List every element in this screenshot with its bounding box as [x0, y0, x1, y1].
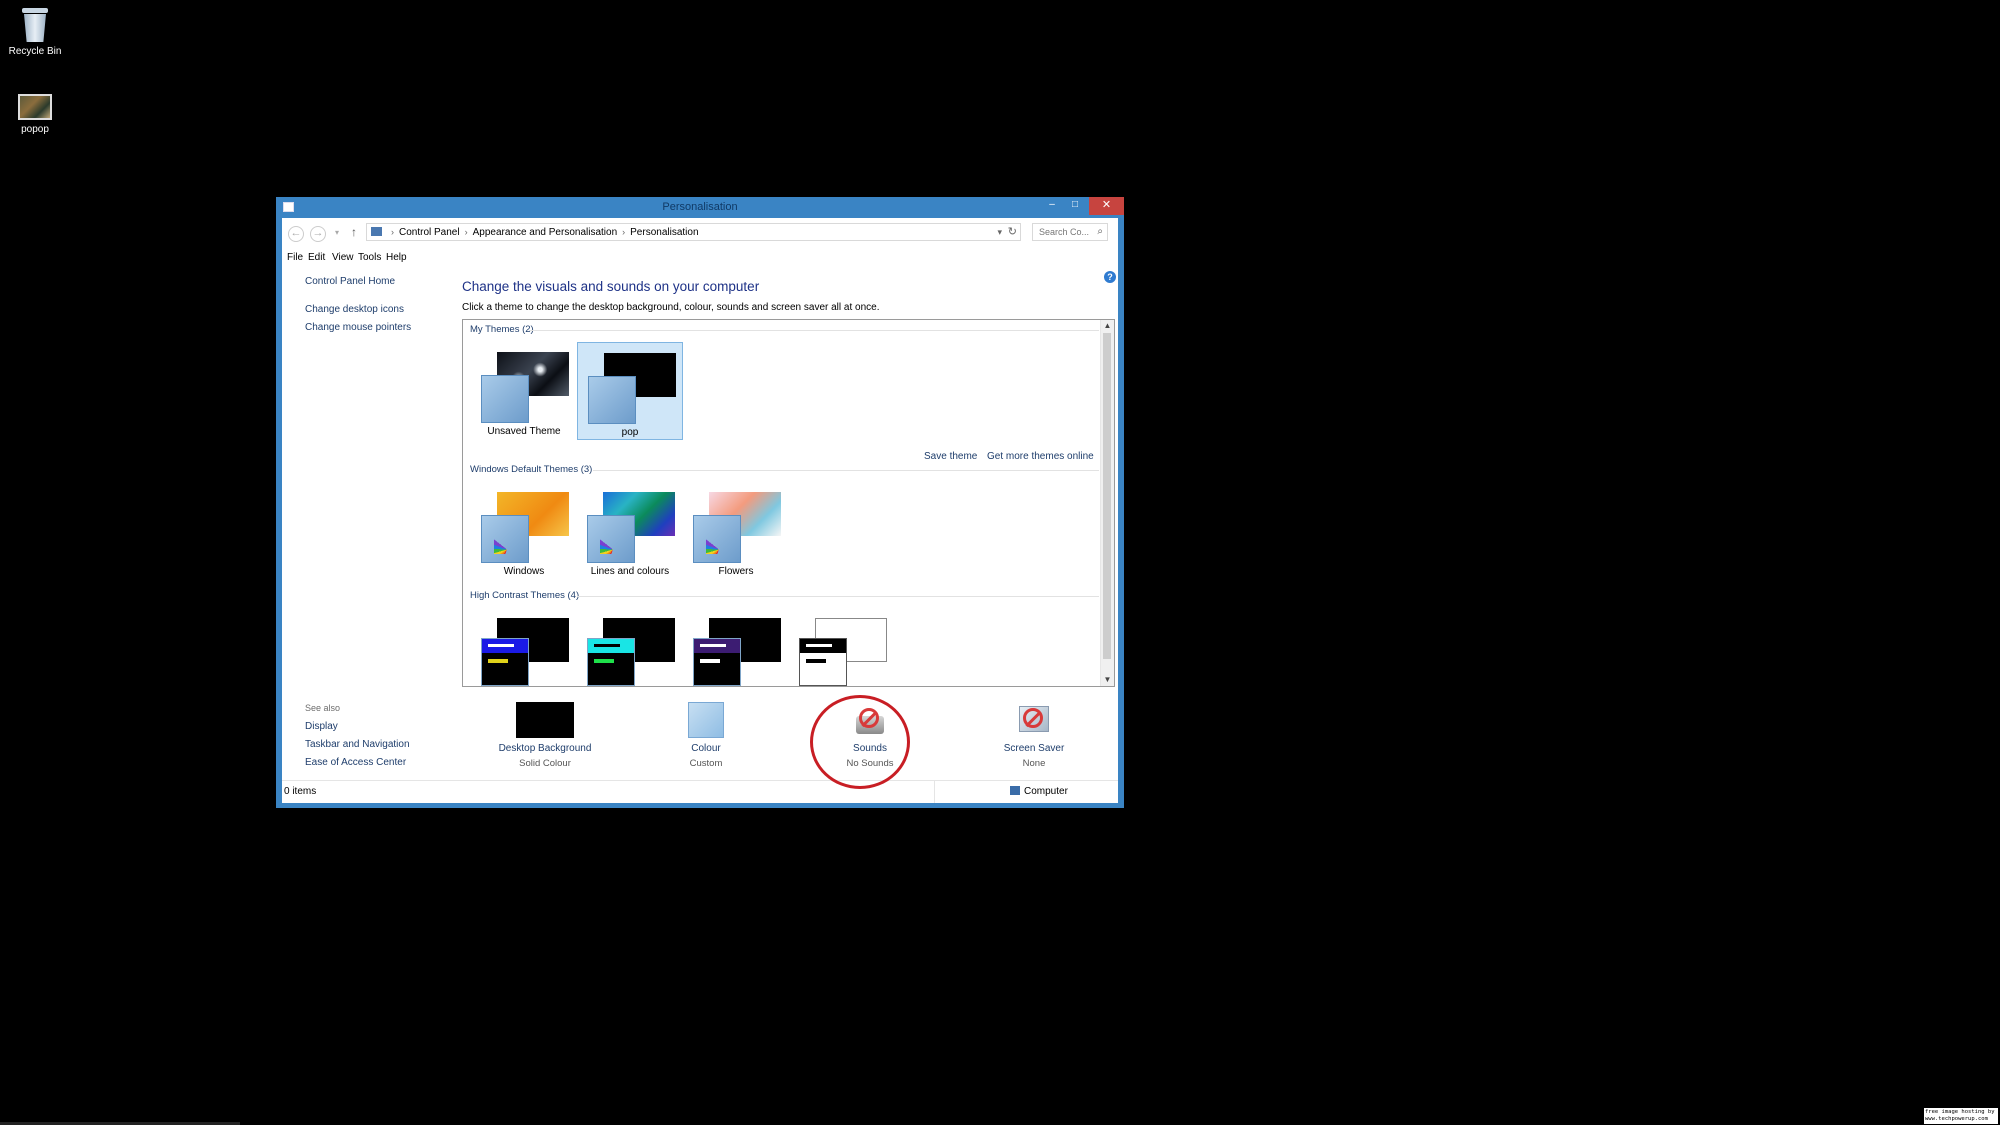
setting-title: Colour: [691, 743, 721, 754]
setting-title: Desktop Background: [498, 743, 592, 754]
page-title: Change the visuals and sounds on your co…: [462, 279, 760, 294]
theme-label: Unsaved Theme: [487, 426, 561, 437]
address-bar[interactable]: › Control Panel › Appearance and Personalis…: [366, 223, 1021, 241]
see-also-heading: See also: [305, 703, 341, 713]
theme-high-contrast-2[interactable]: [577, 612, 683, 686]
back-arrow-icon[interactable]: ←: [288, 226, 304, 242]
change-mouse-pointers-link[interactable]: Change mouse pointers: [305, 322, 411, 333]
recent-locations-icon[interactable]: ▾: [330, 226, 344, 240]
window-client: ← → ▾ ↑ › Control Panel › Appearance and Pe…: [282, 218, 1118, 803]
recycle-bin-label: Recycle Bin: [8, 46, 62, 57]
control-panel-icon: [371, 227, 382, 236]
personalisation-window: Personalisation – □ ✕ ← → ▾ ↑ › Control P…: [276, 197, 1124, 808]
up-arrow-icon[interactable]: ↑: [347, 226, 361, 240]
unsaved-theme-colour: [481, 375, 529, 423]
colour-setting[interactable]: Colour Custom: [641, 702, 771, 769]
theme-windows[interactable]: Windows: [471, 482, 577, 580]
status-item-count: 0 items: [284, 786, 317, 797]
get-more-themes-link[interactable]: Get more themes online: [987, 451, 1094, 462]
breadcrumb-control-panel[interactable]: Control Panel: [399, 227, 460, 238]
desktop-background-icon: [516, 702, 574, 738]
watermark: free image hosting by www.techpowerup.co…: [1924, 1108, 1998, 1124]
display-link[interactable]: Display: [305, 721, 338, 732]
screen-saver-setting[interactable]: Screen Saver None: [969, 702, 1099, 769]
breadcrumb-appearance[interactable]: Appearance and Personalisation: [473, 227, 618, 238]
address-toolbar: ← → ▾ ↑ › Control Panel › Appearance and Pe…: [282, 218, 1118, 247]
default-themes-heading: Windows Default Themes (3): [470, 464, 593, 475]
setting-title: Screen Saver: [1003, 743, 1065, 754]
themes-scrollbar[interactable]: ▲ ▼: [1100, 320, 1114, 686]
theme-label: Flowers: [718, 566, 754, 577]
lines-theme-colour: [587, 515, 635, 563]
scroll-thumb[interactable]: [1103, 333, 1111, 659]
page-subtitle: Click a theme to change the desktop back…: [462, 302, 880, 313]
popop-label: popop: [21, 124, 49, 135]
pop-theme-colour: [588, 376, 636, 424]
scroll-down-icon[interactable]: ▼: [1101, 674, 1114, 686]
search-input[interactable]: Search Co... ⌕: [1032, 223, 1108, 241]
setting-value: None: [1022, 758, 1046, 769]
popop-file[interactable]: popop: [0, 94, 70, 135]
control-panel-home-link[interactable]: Control Panel Home: [305, 276, 395, 287]
recycle-bin-icon: [20, 6, 50, 42]
windows-theme-colour: [481, 515, 529, 563]
theme-pop[interactable]: pop: [577, 342, 683, 440]
forward-arrow-icon[interactable]: →: [310, 226, 326, 242]
flowers-theme-colour: [693, 515, 741, 563]
colour-fan-icon: [600, 524, 626, 554]
theme-label: Lines and colours: [590, 566, 670, 577]
window-title: Personalisation: [662, 201, 738, 213]
theme-unsaved[interactable]: Unsaved Theme: [471, 342, 577, 440]
theme-flowers[interactable]: Flowers: [683, 482, 789, 580]
theme-high-contrast-black[interactable]: [683, 612, 789, 686]
search-placeholder: Search Co...: [1039, 227, 1090, 237]
computer-icon: [1010, 786, 1020, 795]
high-contrast-heading: High Contrast Themes (4): [470, 590, 580, 601]
theme-label: pop: [621, 427, 639, 438]
menu-file[interactable]: File: [287, 252, 303, 263]
colour-swatch-icon: [688, 702, 724, 738]
desktop-background-setting[interactable]: Desktop Background Solid Colour: [480, 702, 610, 769]
theme-label: Windows: [503, 566, 545, 577]
colour-fan-icon: [706, 524, 732, 554]
theme-lines-and-colours[interactable]: Lines and colours: [577, 482, 683, 580]
refresh-icon[interactable]: ↻: [1008, 224, 1017, 240]
colour-fan-icon: [494, 524, 520, 554]
my-themes-heading: My Themes (2): [470, 324, 534, 335]
menu-edit[interactable]: Edit: [308, 252, 325, 263]
menu-view[interactable]: View: [332, 252, 354, 263]
address-dropdown-icon[interactable]: ▾: [997, 224, 1002, 240]
themes-list: My Themes (2) Unsaved Theme pop Save the…: [462, 319, 1115, 687]
status-location: Computer: [1010, 786, 1068, 797]
change-desktop-icons-link[interactable]: Change desktop icons: [305, 304, 404, 315]
status-location-label: Computer: [1024, 786, 1068, 797]
help-icon[interactable]: ?: [1104, 271, 1116, 283]
save-theme-link[interactable]: Save theme: [924, 451, 977, 462]
minimize-button[interactable]: –: [1041, 197, 1063, 215]
theme-high-contrast-1[interactable]: [471, 612, 577, 686]
search-icon[interactable]: ⌕: [1097, 224, 1103, 240]
menu-tools[interactable]: Tools: [358, 252, 381, 263]
theme-high-contrast-white[interactable]: [789, 612, 895, 686]
menu-help[interactable]: Help: [386, 252, 407, 263]
taskbar-navigation-link[interactable]: Taskbar and Navigation: [305, 739, 410, 750]
screen-saver-icon: [1016, 702, 1052, 738]
scroll-up-icon[interactable]: ▲: [1101, 320, 1114, 332]
ease-of-access-link[interactable]: Ease of Access Center: [305, 757, 406, 768]
close-button[interactable]: ✕: [1089, 197, 1124, 215]
status-bar: 0 items Computer: [282, 780, 1118, 803]
setting-value: Solid Colour: [519, 758, 571, 769]
breadcrumb-personalisation[interactable]: Personalisation: [630, 227, 698, 238]
highlight-circle-annotation: [810, 695, 910, 789]
recycle-bin[interactable]: Recycle Bin: [0, 6, 70, 57]
image-file-icon: [18, 94, 52, 120]
setting-value: Custom: [689, 758, 723, 769]
title-bar[interactable]: Personalisation – □ ✕: [276, 197, 1124, 217]
maximize-button[interactable]: □: [1064, 197, 1086, 215]
menu-bar: File Edit View Tools Help: [282, 247, 1118, 267]
